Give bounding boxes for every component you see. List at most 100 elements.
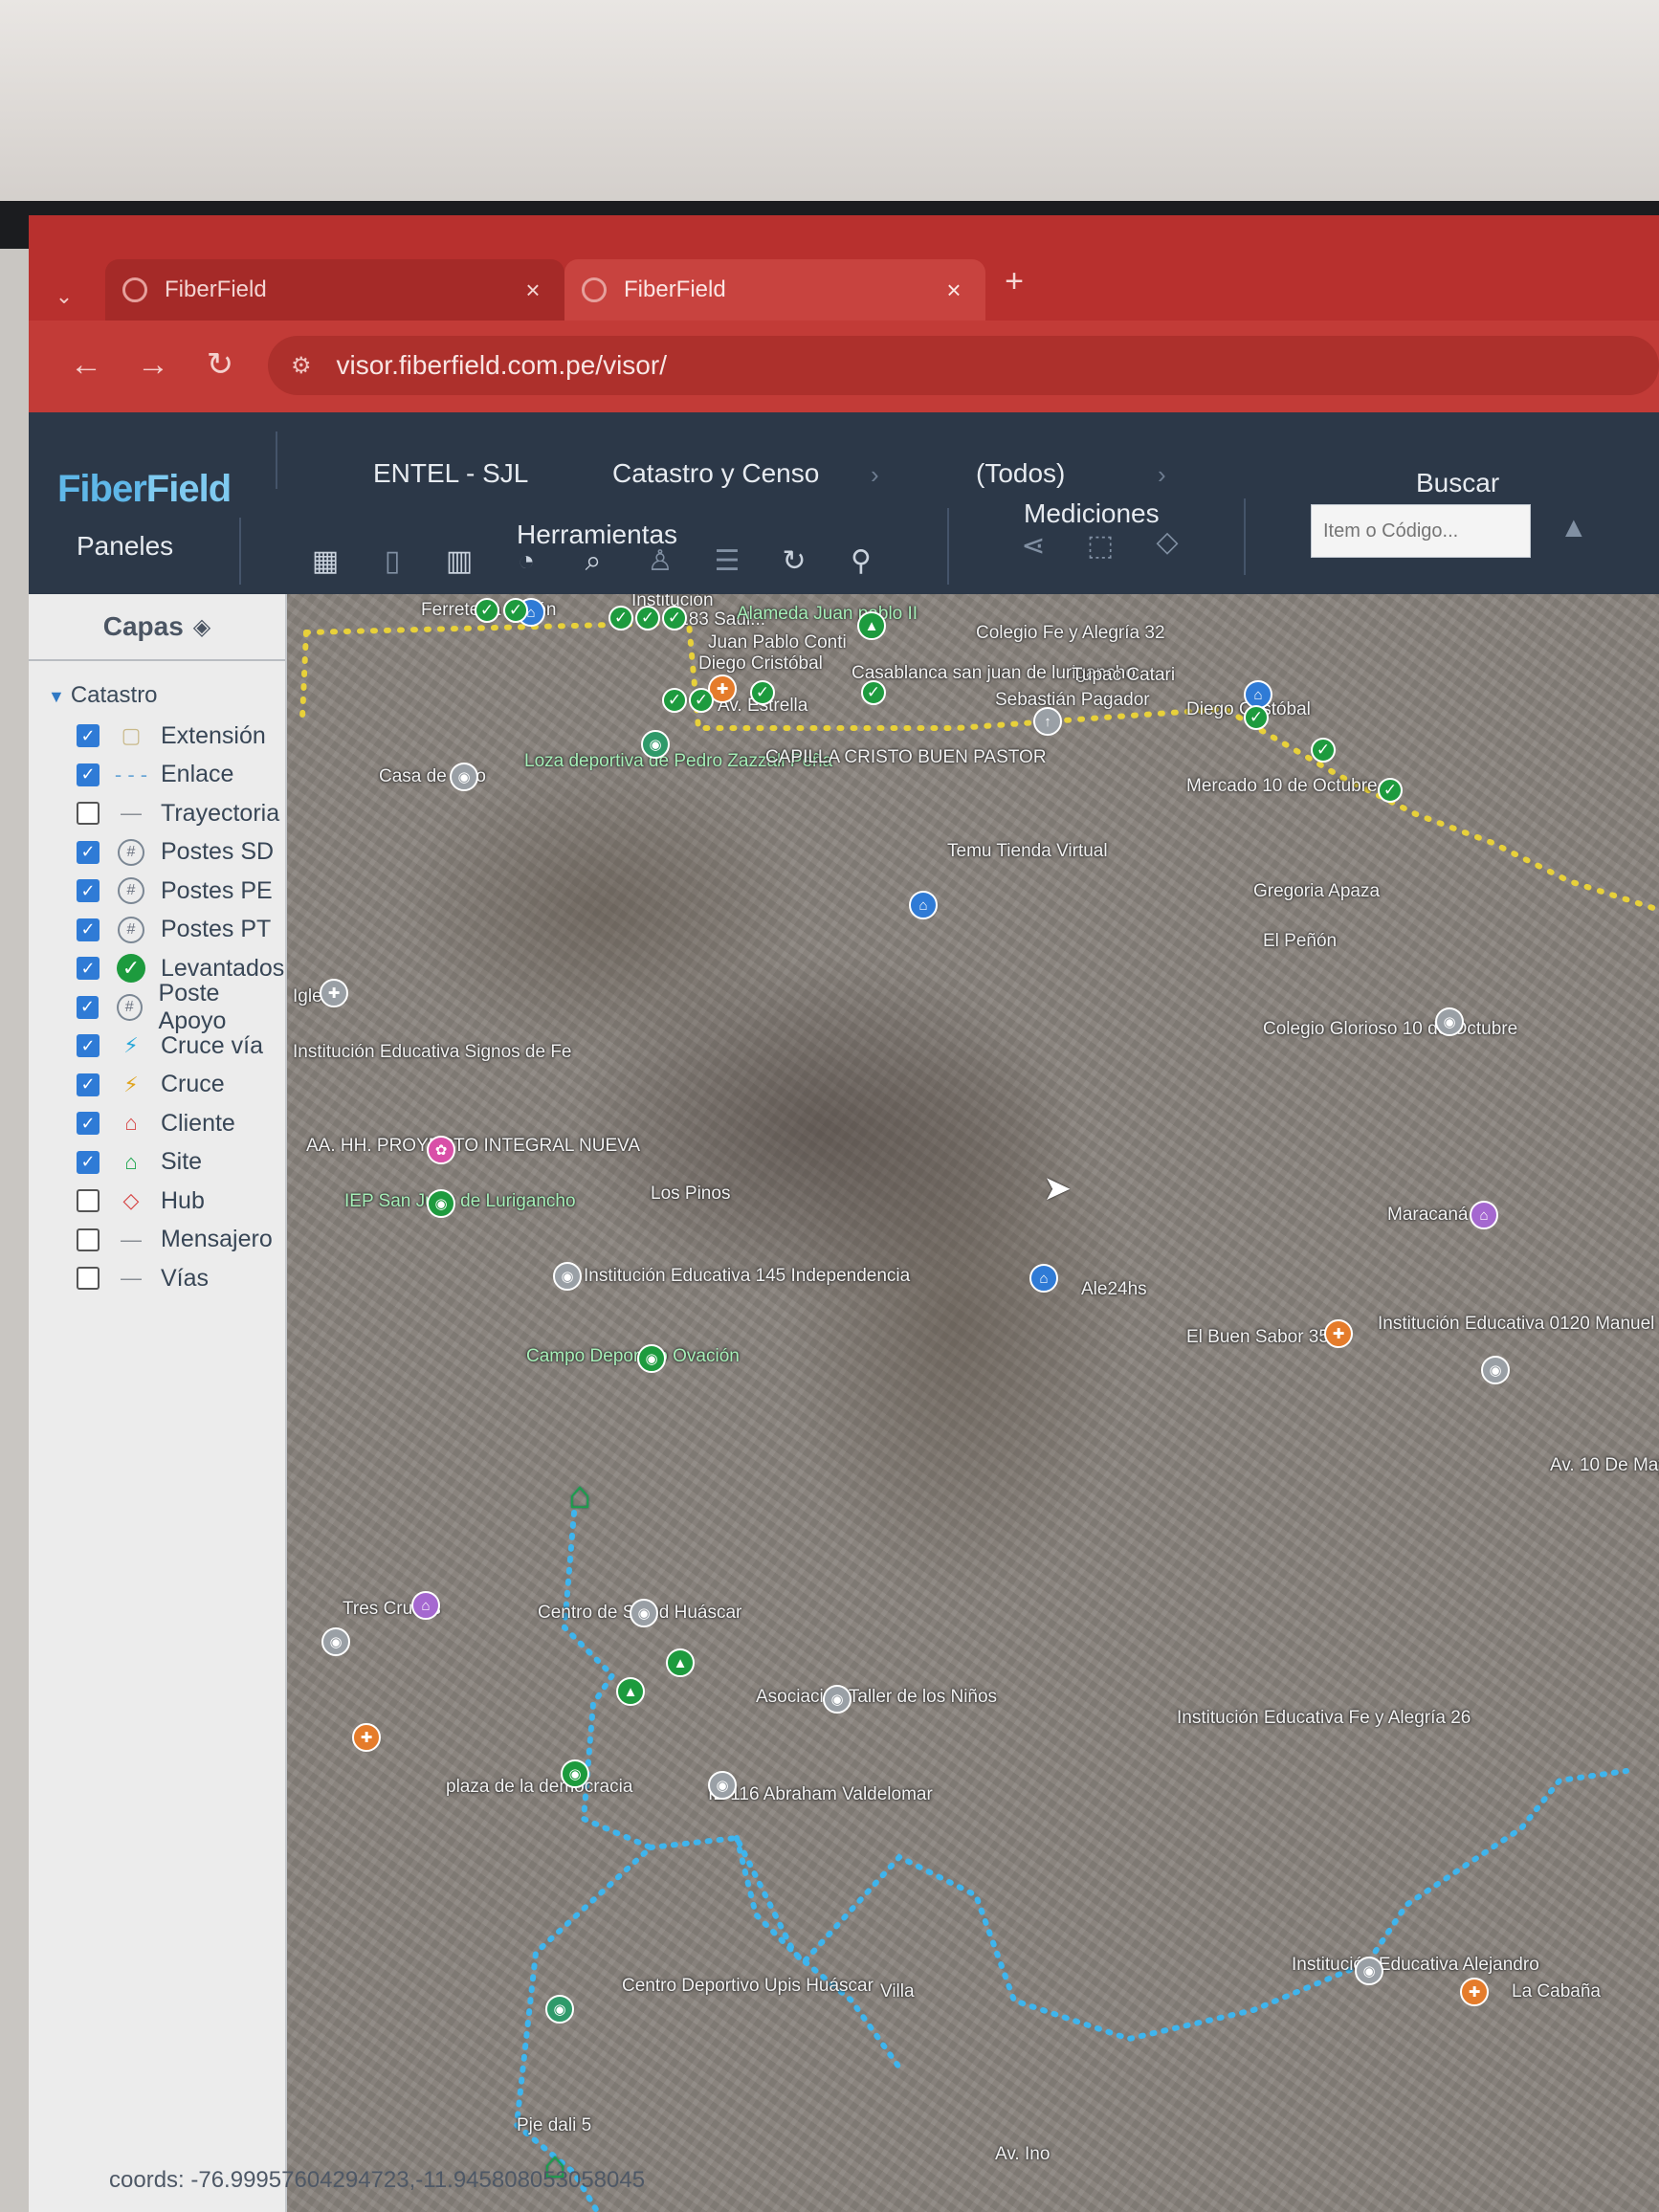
back-icon[interactable]: ←: [67, 345, 105, 384]
layer-row[interactable]: ✓ # Poste Apoyo: [77, 980, 285, 1034]
breadcrumb-filter[interactable]: (Todos): [976, 458, 1065, 489]
layer-row[interactable]: ✓ ⌂ Cliente: [77, 1104, 285, 1143]
layer-row[interactable]: ✓ - - - Enlace: [77, 756, 285, 795]
layer-row[interactable]: ✓ ⌂ Site: [77, 1143, 285, 1183]
layer-checkbox[interactable]: [77, 802, 100, 826]
bell-icon[interactable]: ▲: [1559, 512, 1588, 544]
map-pin-icon[interactable]: ◉: [450, 763, 478, 791]
layer-checkbox[interactable]: [77, 1228, 100, 1251]
tab-search-icon[interactable]: ⌄: [50, 282, 78, 311]
gauge-icon[interactable]: ◔: [507, 542, 545, 581]
map-pin-icon[interactable]: ⌂: [909, 891, 938, 919]
phone-icon[interactable]: ▯: [373, 542, 411, 581]
map-pin-icon[interactable]: ◉: [1481, 1356, 1510, 1384]
close-icon[interactable]: ×: [519, 276, 547, 305]
layer-row[interactable]: ✓ ⚡ Cruce vía: [77, 1027, 285, 1066]
layer-checkbox[interactable]: ✓: [77, 763, 100, 786]
check-circle-icon[interactable]: ✓: [608, 606, 633, 630]
share-icon[interactable]: ⋖: [1014, 527, 1052, 565]
site-house-icon[interactable]: ⌂: [568, 1474, 591, 1517]
breadcrumb-module[interactable]: Catastro y Censo: [612, 458, 819, 489]
check-circle-icon[interactable]: ✓: [662, 688, 687, 713]
layer-checkbox[interactable]: ✓: [77, 918, 100, 941]
map-pin-icon[interactable]: ✚: [320, 979, 348, 1007]
layer-checkbox[interactable]: ✓: [77, 724, 100, 748]
check-circle-icon[interactable]: ✓: [1311, 738, 1336, 763]
layer-checkbox[interactable]: ✓: [77, 840, 100, 864]
check-circle-icon[interactable]: ✓: [662, 606, 687, 630]
map-pin-icon[interactable]: ▲: [857, 611, 886, 640]
check-circle-icon[interactable]: ✓: [750, 680, 775, 705]
check-circle-icon[interactable]: ✓: [1244, 705, 1269, 730]
new-tab-button[interactable]: +: [995, 263, 1033, 300]
map-pin-icon[interactable]: ◉: [630, 1599, 658, 1627]
reload-icon[interactable]: ↻: [201, 345, 239, 384]
search-input[interactable]: [1311, 504, 1531, 558]
breadcrumb-project[interactable]: ENTEL - SJL: [373, 458, 528, 489]
eraser-icon[interactable]: ◇: [1148, 523, 1186, 562]
check-circle-icon[interactable]: ✓: [503, 598, 528, 623]
map-pin-icon[interactable]: ⌂: [411, 1591, 440, 1620]
signal-icon[interactable]: ▥: [440, 542, 478, 581]
browser-tab-1[interactable]: FiberField ×: [105, 259, 564, 321]
area-select-icon[interactable]: ⬚: [1081, 527, 1119, 565]
layer-checkbox[interactable]: [77, 1267, 100, 1291]
map-pin-icon[interactable]: ◉: [427, 1189, 455, 1218]
map-pin-icon[interactable]: ◉: [637, 1344, 666, 1373]
layer-checkbox[interactable]: ✓: [77, 1112, 100, 1136]
layer-group-catastro[interactable]: ▼ Catastro: [48, 682, 158, 709]
map-pin-icon[interactable]: ⌂: [1470, 1201, 1498, 1229]
user-pin-icon[interactable]: ⚲: [842, 542, 880, 581]
layer-row[interactable]: — Trayectoria: [77, 794, 285, 833]
layer-checkbox[interactable]: [77, 1189, 100, 1213]
map-pin-icon[interactable]: ✿: [427, 1136, 455, 1164]
map-pin-icon[interactable]: ✚: [1460, 1978, 1489, 2006]
layer-row[interactable]: ✓ # Postes PT: [77, 911, 285, 950]
list-icon[interactable]: ☰: [708, 542, 746, 581]
forward-icon[interactable]: →: [134, 345, 172, 384]
check-circle-icon[interactable]: ✓: [861, 680, 886, 705]
layer-checkbox[interactable]: ✓: [77, 1034, 100, 1058]
map-view[interactable]: Ferretería cartón Institución 1183 Saul.…: [287, 594, 1659, 2212]
layer-row[interactable]: — Vías: [77, 1259, 285, 1298]
map-pin-icon[interactable]: ⌂: [1029, 1264, 1058, 1293]
ruler-icon[interactable]: ▦: [306, 542, 344, 581]
map-pin-icon[interactable]: ▲: [616, 1677, 645, 1706]
check-circle-icon[interactable]: ✓: [1378, 778, 1403, 803]
search-icon[interactable]: ⌕: [574, 542, 612, 581]
refresh-icon[interactable]: ↻: [775, 542, 813, 581]
map-pin-icon[interactable]: ◉: [641, 730, 670, 759]
browser-tab-2[interactable]: FiberField ×: [564, 259, 985, 321]
map-pin-icon[interactable]: ◉: [1435, 1007, 1464, 1036]
map-pin-icon[interactable]: ↑: [1033, 707, 1062, 736]
address-bar[interactable]: ⚙ visor.fiberfield.com.pe/visor/: [268, 336, 1659, 395]
map-pin-icon[interactable]: ◉: [708, 1771, 737, 1800]
map-pin-icon[interactable]: ✚: [1324, 1319, 1353, 1348]
layer-row[interactable]: ✓ ▢ Extensión: [77, 717, 285, 756]
layer-checkbox[interactable]: ✓: [77, 879, 100, 903]
map-pin-icon[interactable]: ◉: [1355, 1957, 1383, 1985]
site-settings-icon[interactable]: ⚙: [291, 352, 312, 380]
check-circle-icon[interactable]: ✓: [689, 688, 714, 713]
person-icon[interactable]: ♙: [641, 542, 679, 581]
layer-row[interactable]: — Mensajero: [77, 1221, 285, 1260]
check-circle-icon[interactable]: ✓: [635, 606, 660, 630]
map-pin-icon[interactable]: ◉: [553, 1262, 582, 1291]
map-pin-icon[interactable]: ✚: [352, 1723, 381, 1752]
layer-checkbox[interactable]: ✓: [77, 1073, 100, 1096]
map-pin-icon[interactable]: ◉: [321, 1627, 350, 1656]
layer-checkbox[interactable]: ✓: [77, 995, 99, 1019]
map-pin-icon[interactable]: ◉: [823, 1685, 852, 1714]
layer-row[interactable]: ◇ Hub: [77, 1182, 285, 1221]
map-pin-icon[interactable]: ◉: [545, 1995, 574, 2024]
caret-down-icon[interactable]: ▼: [48, 687, 65, 706]
map-pin-icon[interactable]: ◉: [561, 1759, 589, 1788]
layer-checkbox[interactable]: ✓: [77, 1150, 100, 1174]
layer-checkbox[interactable]: ✓: [77, 957, 100, 981]
close-icon[interactable]: ×: [940, 276, 968, 305]
check-circle-icon[interactable]: ✓: [475, 598, 499, 623]
map-pin-icon[interactable]: ▲: [666, 1648, 695, 1677]
layer-row[interactable]: ✓ # Postes SD: [77, 833, 285, 873]
layer-row[interactable]: ✓ # Postes PE: [77, 872, 285, 911]
layer-row[interactable]: ✓ ⚡ Cruce: [77, 1066, 285, 1105]
